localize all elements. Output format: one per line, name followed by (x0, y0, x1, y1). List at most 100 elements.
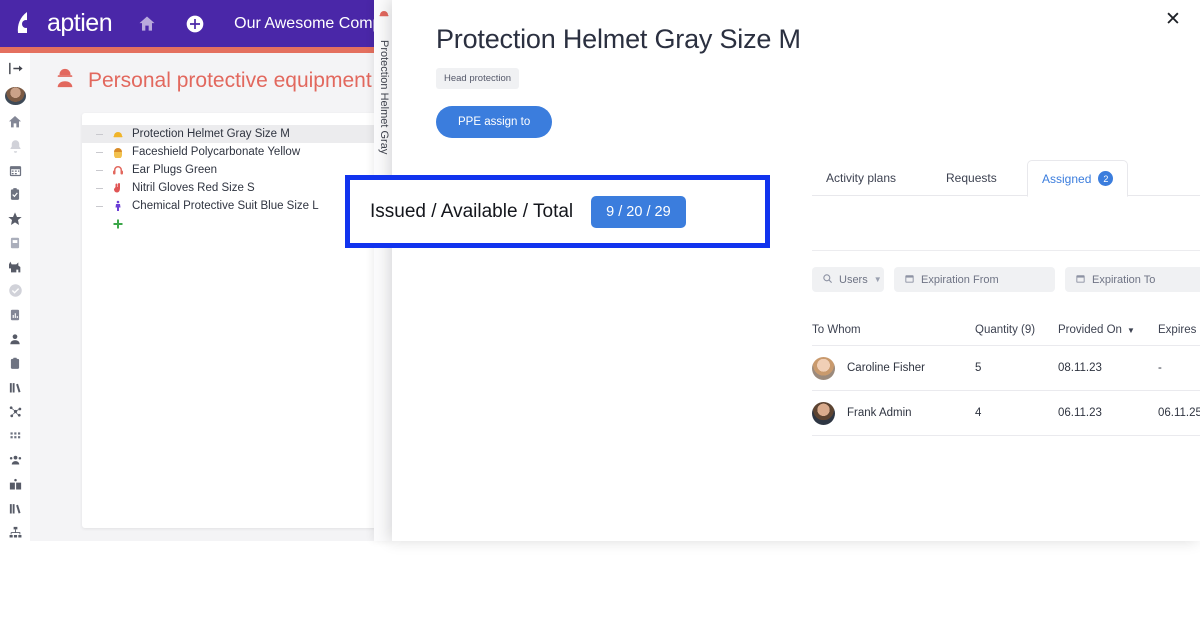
cell-provided-on: 08.11.23 (1058, 362, 1102, 374)
assigned-table: To Whom Quantity (9) Provided On ▼ Expir… (812, 315, 1200, 436)
suit-icon (111, 200, 124, 213)
left-icon-rail (0, 53, 30, 541)
books-icon[interactable] (4, 378, 26, 397)
page-title: Personal protective equipment (88, 68, 372, 92)
home-icon[interactable] (134, 11, 160, 37)
helmet-icon (111, 128, 124, 141)
helmet-icon (378, 6, 390, 18)
cell-quantity: 5 (975, 362, 982, 374)
clipboard-check-icon[interactable] (4, 185, 26, 204)
list-item[interactable]: Protection Helmet Gray Size M (82, 125, 412, 143)
earmuffs-icon (111, 164, 124, 177)
network-icon[interactable] (4, 402, 26, 421)
avatar (812, 401, 835, 425)
tab-label: Activity plans (826, 170, 897, 185)
cell-expires-on: - (1158, 362, 1200, 374)
table-row[interactable]: Frank Admin 4 06.11.23 06.11.25 In 393 d… (812, 391, 1200, 436)
chevron-down-icon: ▼ (1126, 325, 1135, 335)
calendar-icon[interactable] (4, 161, 26, 180)
books-alt-icon[interactable] (4, 499, 26, 518)
tree-connector (96, 205, 103, 207)
column-header-provided-on[interactable]: Provided On ▼ (1058, 324, 1158, 336)
chevron-down-icon: ▼ (873, 275, 882, 284)
table-row[interactable]: Caroline Fisher 5 08.11.23 - 08.11.23 (812, 346, 1200, 391)
check-circle-icon[interactable] (4, 281, 26, 300)
record-actions: UPDATE AMOUNT (812, 210, 1200, 242)
filter-expiration-from[interactable]: Expiration From (894, 267, 1055, 292)
person-name: Frank Admin (847, 407, 912, 419)
grid-dots-icon[interactable] (4, 426, 26, 445)
tab-activity-plans[interactable]: Activity plans (812, 160, 910, 195)
person-icon[interactable] (4, 330, 26, 349)
close-icon[interactable]: ✕ (1162, 8, 1184, 30)
record-header: Protection Helmet Gray Size M Head prote… (436, 24, 1036, 138)
vertical-tab-label: Protection Helmet Gray (378, 40, 390, 155)
cell-quantity: 4 (975, 407, 982, 419)
dog-icon[interactable] (4, 257, 26, 276)
filter-label: Expiration To (1092, 273, 1156, 286)
expires-value: 06.11.25 (1158, 407, 1200, 419)
vertical-record-tab[interactable]: Protection Helmet Gray (374, 0, 394, 541)
tab-label: Assigned (1042, 171, 1092, 186)
callout-value-badge[interactable]: 9 / 20 / 29 (591, 195, 686, 228)
tab-assigned[interactable]: Assigned 2 (1027, 160, 1129, 197)
calendar-icon (1075, 273, 1086, 287)
ppe-assign-to-button[interactable]: PPE assign to (436, 106, 553, 138)
aptien-logo-icon (14, 10, 41, 37)
tree-connector (96, 151, 103, 153)
list-item-label: Faceshield Polycarbonate Yellow (132, 146, 301, 158)
filter-toolbar: Users ▼ Expiration From Expiration To Is… (812, 267, 1200, 292)
expand-rail-icon[interactable] (4, 59, 26, 78)
workspace-header: Personal protective equipment ⌃ (54, 67, 397, 94)
org-chart-icon[interactable] (4, 523, 26, 541)
cell-to-whom: Frank Admin (812, 401, 975, 425)
brand-logo[interactable]: aptien (14, 9, 113, 38)
tree-connector (96, 187, 103, 189)
calendar-icon (904, 273, 915, 287)
glove-icon (111, 182, 124, 195)
avatar[interactable] (4, 87, 26, 106)
cell-expires-on: 06.11.25 In 393 days (1158, 405, 1200, 421)
people-group-icon[interactable] (4, 450, 26, 469)
column-header-to-whom: To Whom (812, 324, 861, 336)
search-icon (822, 273, 833, 287)
record-tabs: Activity plans Requests Assigned 2 (812, 160, 1200, 197)
home-icon[interactable] (4, 112, 26, 131)
star-icon[interactable] (4, 209, 26, 228)
plus-circle-icon[interactable] (182, 11, 208, 37)
filter-label: Expiration From (921, 273, 999, 286)
tab-badge-count: 2 (1098, 171, 1114, 186)
list-item-label: Ear Plugs Green (132, 164, 218, 176)
book-open-icon[interactable] (4, 475, 26, 494)
chart-document-icon[interactable] (4, 306, 26, 325)
document-icon[interactable] (4, 233, 26, 252)
callout-label: Issued / Available / Total (370, 200, 574, 222)
column-header-expires-on: Expires On (1158, 324, 1200, 336)
issued-available-total-callout: Issued / Available / Total 9 / 20 / 29 (345, 175, 770, 248)
cell-to-whom: Caroline Fisher (812, 356, 975, 380)
tree-connector (96, 133, 103, 135)
category-badge: Head protection (436, 68, 520, 89)
app-root: aptien Our Awesome Compan Personal prote… (0, 0, 1200, 565)
faceshield-icon (111, 146, 124, 159)
tab-label: Requests (946, 170, 997, 185)
column-header-label: Provided On (1058, 324, 1122, 336)
filter-users[interactable]: Users ▼ (812, 267, 884, 292)
bell-icon[interactable] (4, 137, 26, 156)
brand-name: aptien (47, 9, 113, 37)
filter-expiration-to[interactable]: Expiration To (1065, 267, 1200, 292)
record-title: Protection Helmet Gray Size M (436, 24, 801, 54)
avatar (812, 356, 835, 380)
ppe-person-icon (54, 67, 76, 94)
divider (812, 250, 1200, 251)
list-item[interactable]: Faceshield Polycarbonate Yellow (82, 143, 412, 161)
list-item-label: Protection Helmet Gray Size M (132, 128, 290, 140)
person-name: Caroline Fisher (847, 362, 925, 374)
clipboard-icon[interactable] (4, 354, 26, 373)
detail-panel: ✕ Protection Helmet Gray Size M Head pro… (392, 0, 1200, 541)
expires-value: - (1158, 362, 1162, 374)
table-header-row: To Whom Quantity (9) Provided On ▼ Expir… (812, 315, 1200, 346)
plus-icon[interactable] (111, 218, 124, 231)
cell-provided-on: 06.11.23 (1058, 407, 1102, 419)
tab-requests[interactable]: Requests (932, 160, 1011, 195)
